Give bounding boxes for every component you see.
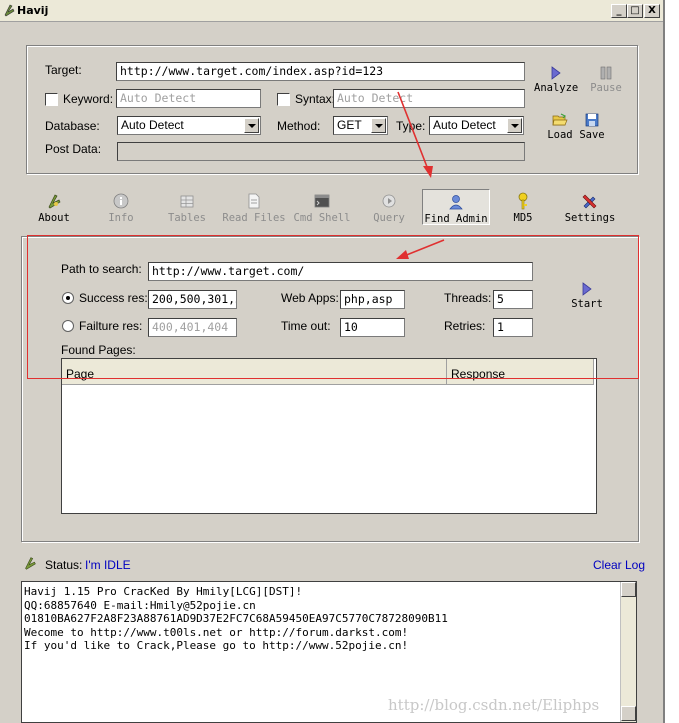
log-line: Havij 1.15 Pro CracKed By Hmily[LCG][DST… xyxy=(24,585,303,598)
md5-key-icon xyxy=(518,192,528,210)
toolbar-tables[interactable]: Tables xyxy=(166,192,208,224)
folder-open-icon xyxy=(552,113,568,126)
close-button[interactable]: X xyxy=(644,4,660,18)
play-icon xyxy=(551,66,561,80)
toolbar-md5-label: MD5 xyxy=(513,212,533,224)
toolbar-find-admin-label: Find Admin xyxy=(424,213,488,225)
title-bar: Havij _ □ X xyxy=(0,0,663,22)
log-line: If you'd like to Crack,Please go to http… xyxy=(24,639,409,652)
watermark: http://blog.csdn.net/Eliphps xyxy=(388,696,600,714)
syntax-input[interactable]: Auto Detect xyxy=(333,89,525,108)
toolbar-info[interactable]: Info xyxy=(104,192,138,224)
red-highlight-box xyxy=(27,235,639,379)
toolbar-info-label: Info xyxy=(108,212,134,224)
found-pages-list[interactable]: Page Response xyxy=(61,358,597,514)
toolbar-find-admin[interactable]: Find Admin xyxy=(422,189,490,225)
status-value: I'm IDLE xyxy=(85,558,131,572)
target-url-input[interactable]: http://www.target.com/index.asp?id=123 xyxy=(116,62,525,81)
log-line: 01810BA627F2A8F23A88761AD9D37E2FC7C68A59… xyxy=(24,612,448,625)
query-icon xyxy=(382,194,396,208)
pause-button[interactable]: Pause xyxy=(587,65,625,94)
minimize-button[interactable]: _ xyxy=(611,4,627,18)
toolbar-query-label: Query xyxy=(373,212,405,224)
database-label: Database: xyxy=(45,119,100,133)
status-havij-icon xyxy=(25,557,36,570)
scroll-down-button[interactable] xyxy=(621,706,636,721)
info-icon xyxy=(113,193,129,209)
chevron-down-icon[interactable] xyxy=(371,118,386,133)
find-admin-icon xyxy=(449,195,463,210)
tables-icon xyxy=(180,195,194,208)
toolbar-read-files[interactable]: Read Files xyxy=(221,192,287,224)
read-files-icon xyxy=(248,193,260,209)
type-value: Auto Detect xyxy=(433,118,496,132)
syntax-label: Syntax: xyxy=(295,92,336,106)
save-label: Save xyxy=(579,129,605,141)
toolbar-md5[interactable]: MD5 xyxy=(508,192,538,224)
method-select[interactable]: GET xyxy=(333,116,388,135)
post-data-input[interactable] xyxy=(117,142,525,161)
analyze-button[interactable]: Analyze xyxy=(534,65,578,94)
toolbar-about-label: About xyxy=(38,212,70,224)
floppy-disk-icon xyxy=(585,113,599,127)
database-select[interactable]: Auto Detect xyxy=(117,116,261,135)
toolbar-query[interactable]: Query xyxy=(369,192,409,224)
log-line: QQ:68857640 E-mail:Hmily@52pojie.cn xyxy=(24,598,256,612)
method-label: Method: xyxy=(277,119,321,133)
keyword-checkbox[interactable] xyxy=(45,93,58,106)
maximize-button[interactable]: □ xyxy=(627,4,643,18)
method-value: GET xyxy=(337,118,362,132)
havij-window: Havij _ □ X Target: http://www.target.co… xyxy=(0,0,665,723)
log-scrollbar[interactable] xyxy=(620,582,636,722)
toolbar-settings-label: Settings xyxy=(564,212,616,224)
pause-label: Pause xyxy=(590,82,622,94)
database-value: Auto Detect xyxy=(121,118,184,132)
keyword-label: Keyword: xyxy=(63,92,114,106)
toolbar-about[interactable]: About xyxy=(36,192,72,224)
havij-logo-icon xyxy=(4,4,15,17)
save-button[interactable]: Save xyxy=(577,112,607,141)
chevron-down-icon[interactable] xyxy=(244,118,259,133)
type-label: Type: xyxy=(396,119,426,133)
syntax-checkbox[interactable] xyxy=(277,93,290,106)
about-icon xyxy=(48,194,61,209)
cmd-shell-icon xyxy=(314,194,330,208)
clear-log-link[interactable]: Clear Log xyxy=(593,558,645,572)
analyze-label: Analyze xyxy=(534,82,579,94)
load-label: Load xyxy=(547,129,573,141)
target-label: Target: xyxy=(45,63,82,77)
load-button[interactable]: Load xyxy=(545,112,575,141)
toolbar-read-files-label: Read Files xyxy=(222,212,286,224)
toolbar-cmd-shell[interactable]: Cmd Shell xyxy=(292,192,352,224)
settings-icon xyxy=(582,194,597,209)
status-label: Status: xyxy=(45,558,83,572)
window-title: Havij xyxy=(17,4,49,17)
scroll-up-button[interactable] xyxy=(621,582,636,597)
log-line: Wecome to http://www.t00ls.net or http:/… xyxy=(24,625,409,639)
post-data-label: Post Data: xyxy=(45,142,102,156)
toolbar-tables-label: Tables xyxy=(168,212,206,224)
pause-icon xyxy=(600,66,612,80)
keyword-input[interactable]: Auto Detect xyxy=(116,89,261,108)
type-select[interactable]: Auto Detect xyxy=(429,116,524,135)
toolbar-cmd-shell-label: Cmd Shell xyxy=(293,212,351,224)
toolbar-settings[interactable]: Settings xyxy=(562,192,618,224)
chevron-down-icon[interactable] xyxy=(507,118,522,133)
